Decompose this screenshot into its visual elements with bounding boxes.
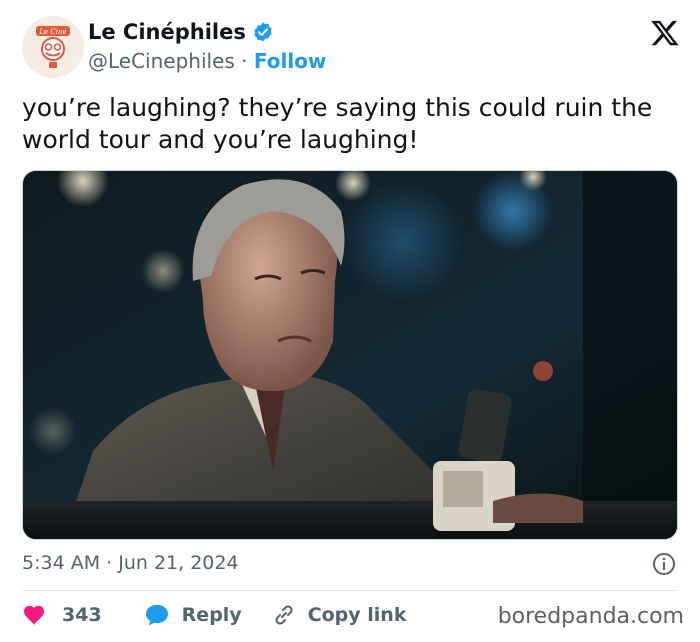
handle-row: @LeCinephiles · Follow — [88, 49, 326, 73]
watermark: boredpanda.com — [497, 604, 684, 629]
reply-bubble-icon — [145, 605, 168, 626]
follow-button[interactable]: Follow — [254, 49, 327, 73]
avatar[interactable]: Le Ciné — [22, 16, 84, 78]
mascot-logo-icon: Le Ciné — [22, 16, 84, 78]
tweet-header: Le Ciné Le Cinéphiles @LeCinephiles · Fo… — [22, 14, 682, 80]
reply-button[interactable]: Reply — [144, 603, 242, 627]
link-icon — [275, 605, 293, 625]
reply-label: Reply — [181, 604, 242, 626]
copy-link-button[interactable]: Copy link — [272, 603, 407, 627]
info-icon[interactable] — [652, 552, 676, 576]
verified-badge-icon — [254, 22, 272, 42]
avatar-logo-text: Le Ciné — [38, 28, 66, 36]
like-count: 343 — [62, 604, 102, 626]
display-name[interactable]: Le Cinéphiles — [88, 20, 246, 44]
x-logo-icon[interactable] — [650, 18, 680, 48]
tweet-timestamp[interactable]: 5:34 AM · Jun 21, 2024 — [22, 552, 239, 574]
action-bar: 343 Reply Copy link — [22, 600, 406, 630]
tweet-media-image[interactable] — [22, 170, 678, 540]
tweet-text: you’re laughing? they’re saying this cou… — [22, 93, 653, 154]
heart-icon — [24, 605, 44, 625]
name-row: Le Cinéphiles — [88, 20, 274, 44]
handle-separator: · — [234, 49, 254, 73]
handle[interactable]: @LeCinephiles — [88, 49, 235, 73]
movie-still-image — [23, 171, 677, 539]
copy-link-label: Copy link — [307, 604, 407, 626]
like-button[interactable]: 343 — [22, 604, 102, 626]
divider — [22, 590, 678, 591]
